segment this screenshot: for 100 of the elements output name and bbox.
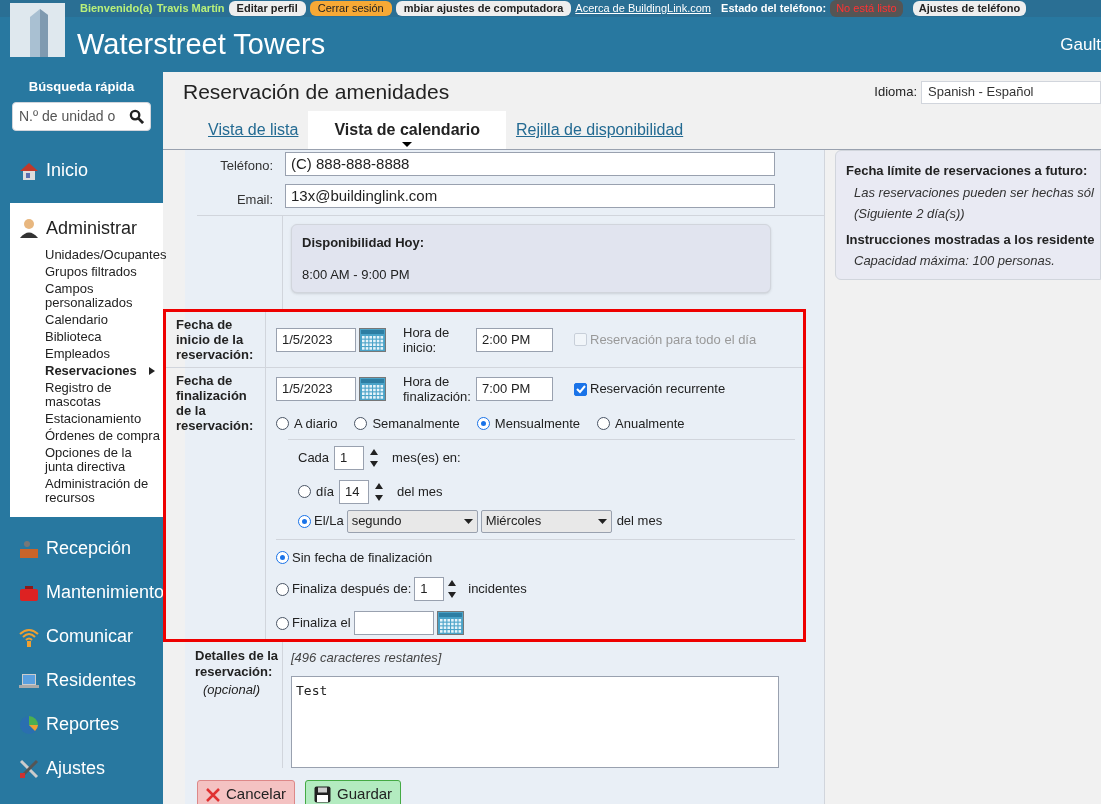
- start-time-field[interactable]: 2:00 PM: [476, 327, 553, 352]
- nav-item[interactable]: Mantenimiento: [46, 579, 165, 606]
- every-label: Cada: [298, 448, 330, 467]
- sub-nav-item[interactable]: Reservaciones: [45, 363, 137, 378]
- user-name-cut: Gault: [1060, 33, 1101, 56]
- details-label: Detalles de la reservación:: [195, 648, 280, 680]
- ordinal-suffix: del mes: [616, 512, 663, 531]
- end-time-field[interactable]: 7:00 PM: [476, 377, 553, 401]
- tab[interactable]: Vista de calendario: [308, 111, 506, 149]
- sub-nav-item[interactable]: Calendario: [45, 312, 108, 327]
- nav-item[interactable]: Comunicar: [46, 623, 134, 650]
- nav-item[interactable]: Recepción: [46, 535, 132, 562]
- remaining-characters: [496 caracteres restantes]: [291, 649, 443, 667]
- day-field[interactable]: 14: [339, 479, 370, 504]
- sub-nav-item[interactable]: Campos personalizados: [45, 281, 163, 310]
- sub-nav-item[interactable]: Estacionamiento: [45, 411, 142, 426]
- phone-status: No está listo: [830, 0, 903, 17]
- top-bar-button[interactable]: mbiar ajustes de computadora: [395, 1, 572, 16]
- availability-hours: 8:00 AM - 9:00 PM: [302, 265, 411, 284]
- calendar-icon[interactable]: [359, 327, 386, 352]
- frequency-option: Anualmente: [615, 414, 685, 434]
- start-label: Fecha de inicio de la reservación:: [166, 312, 266, 367]
- info-heading: Fecha límite de reservaciones a futuro:: [846, 162, 1089, 180]
- nav-item[interactable]: Inicio: [46, 157, 89, 184]
- cancel-button[interactable]: Cancelar: [197, 779, 296, 804]
- language-label: Idioma:: [874, 83, 917, 102]
- dropdown[interactable]: Miércoles: [480, 509, 612, 533]
- radio-button[interactable]: [298, 514, 311, 528]
- radio-button[interactable]: [276, 417, 289, 431]
- building-logo: [10, 3, 65, 57]
- search-icon[interactable]: [129, 108, 144, 124]
- occurrences-field[interactable]: 1: [414, 577, 445, 601]
- end-date-field[interactable]: [353, 611, 434, 635]
- nav-item[interactable]: Administrar: [46, 214, 138, 242]
- radio-button[interactable]: [476, 417, 490, 431]
- sub-nav-item[interactable]: Grupos filtrados: [45, 264, 137, 279]
- pie-chart-icon: [18, 713, 40, 736]
- frequency-option: A diario: [294, 414, 338, 434]
- language-select[interactable]: Spanish - Español: [921, 80, 1101, 104]
- radio-button[interactable]: [276, 582, 289, 596]
- end-option-label: Sin fecha de finalización: [292, 548, 433, 567]
- frequency-option: Semanalmente: [372, 414, 460, 434]
- end-option-label: Finaliza después de:: [292, 580, 412, 599]
- email-field[interactable]: 13x@buildinglink.com: [285, 184, 775, 208]
- availability-title: Disponibilidad Hoy:: [302, 234, 426, 252]
- phone-settings-button[interactable]: Ajustes de teléfono: [912, 1, 1027, 16]
- tools-icon: [18, 757, 40, 780]
- quick-search-label: Búsqueda rápida: [27, 78, 136, 96]
- radio-button[interactable]: [354, 417, 368, 431]
- end-label: Fecha de finalización de la reservación:: [166, 368, 266, 639]
- end-date-field[interactable]: 1/5/2023: [276, 377, 356, 401]
- top-bar-button[interactable]: Editar perfil: [228, 1, 306, 16]
- top-bar-button[interactable]: Cerrar sesión: [309, 1, 392, 16]
- day-option-label: día: [316, 482, 335, 501]
- phone-label: Teléfono:: [220, 157, 273, 175]
- sub-nav-item[interactable]: Unidades/Ocupantes: [45, 247, 167, 262]
- site-title: Waterstreet Towers: [77, 26, 327, 62]
- caret-icon: [463, 518, 473, 524]
- radio-button[interactable]: [298, 485, 311, 498]
- nav-item[interactable]: Residentes: [46, 667, 137, 694]
- user-name: Travis Martín: [156, 1, 225, 17]
- person-icon: [18, 217, 40, 239]
- close-icon: [206, 787, 220, 802]
- sub-nav-item[interactable]: Opciones de la junta directiva: [45, 445, 163, 474]
- sub-nav-item[interactable]: Empleados: [45, 346, 111, 361]
- nav-item[interactable]: Ajustes: [46, 755, 106, 782]
- nav-item[interactable]: Reportes: [46, 711, 120, 738]
- calendar-icon[interactable]: [436, 611, 464, 635]
- ordinal-option-label: El/La: [314, 512, 344, 531]
- checkbox[interactable]: [574, 382, 587, 396]
- phone-field[interactable]: (C) 888-888-8888: [285, 152, 775, 176]
- every-suffix: mes(es) en:: [392, 448, 461, 467]
- tab[interactable]: Rejilla de disponibilidad: [505, 111, 694, 149]
- occurrences-suffix: incidentes: [468, 580, 527, 599]
- end-option-label: Finaliza el: [292, 614, 351, 633]
- dropdown[interactable]: segundo: [346, 509, 478, 533]
- radio-button[interactable]: [597, 417, 611, 431]
- sub-nav-item[interactable]: Biblioteca: [45, 329, 102, 344]
- radio-button[interactable]: [276, 616, 289, 630]
- end-time-label: Hora de finalización:: [403, 374, 472, 404]
- save-button[interactable]: Guardar: [305, 779, 402, 804]
- search-field[interactable]: N.º de unidad o: [12, 101, 151, 131]
- day-suffix: del mes: [397, 482, 443, 501]
- sub-nav-item[interactable]: Administración de recursos: [45, 476, 163, 505]
- frequency-option: Mensualmente: [494, 414, 581, 434]
- radio-button[interactable]: [276, 550, 289, 564]
- optional-note: (opcional): [202, 681, 262, 699]
- interval-field[interactable]: 1: [334, 445, 365, 470]
- calendar-icon[interactable]: [359, 377, 386, 401]
- phone-status-label: Estado del teléfono:: [721, 1, 827, 17]
- start-date-field[interactable]: 1/5/2023: [276, 327, 356, 352]
- page-title: Reservación de amenidades: [183, 79, 451, 106]
- about-link[interactable]: Acerca de BuildingLink.com: [575, 0, 712, 17]
- sub-nav-item[interactable]: Órdenes de compra: [45, 428, 160, 443]
- tab[interactable]: Vista de lista: [198, 111, 309, 149]
- sub-nav-item[interactable]: Registro de mascotas: [45, 380, 163, 409]
- caret-icon: [148, 366, 155, 375]
- recurring-label: Reservación recurrente: [590, 380, 726, 399]
- email-label: Email:: [236, 190, 273, 209]
- details-textarea[interactable]: Test: [291, 675, 779, 768]
